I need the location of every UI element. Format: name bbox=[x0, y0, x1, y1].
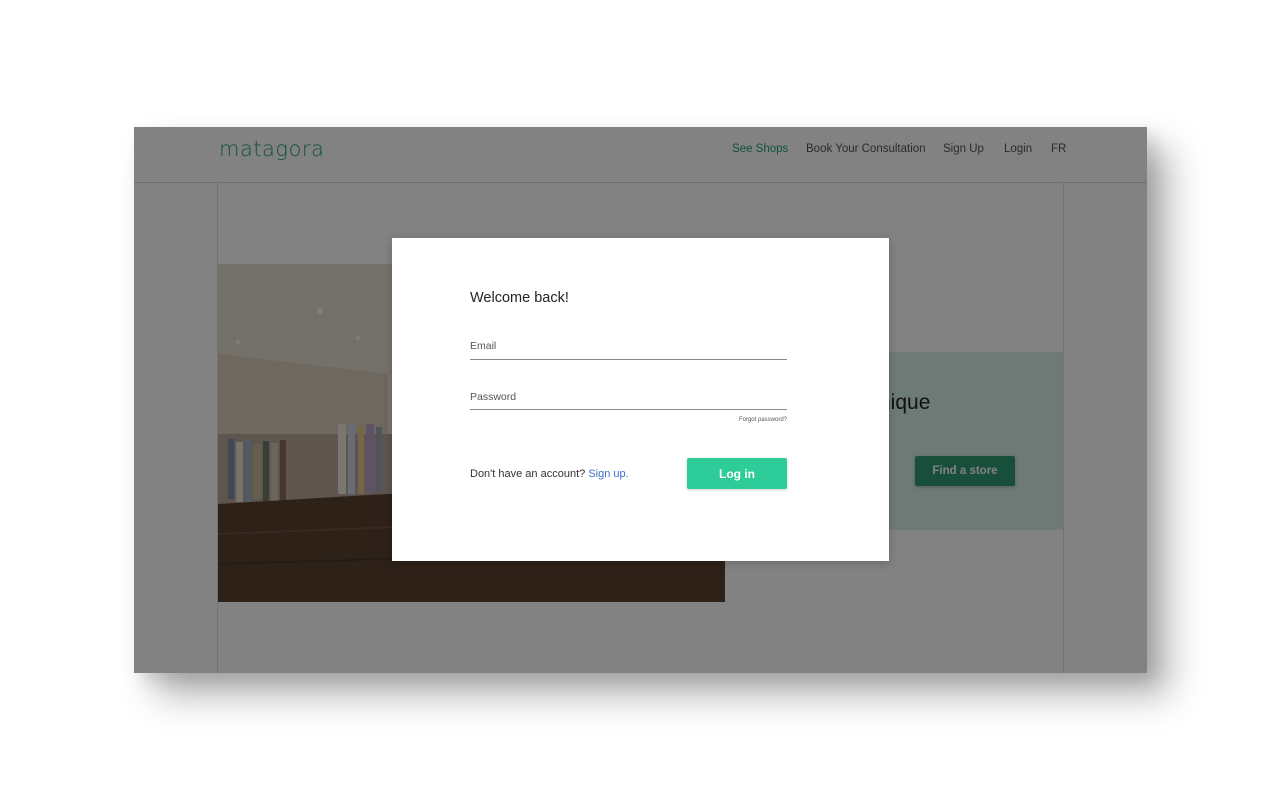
signup-prompt: Don't have an account? Sign up. bbox=[470, 468, 629, 480]
email-field[interactable] bbox=[470, 359, 787, 360]
login-modal: Welcome back! Email Password Forgot pass… bbox=[392, 238, 889, 561]
password-label: Password bbox=[470, 391, 517, 403]
sign-up-link[interactable]: Sign up. bbox=[588, 468, 628, 480]
browser-viewport: matagora See Shops Book Your Consultatio… bbox=[134, 127, 1147, 673]
no-account-text: Don't have an account? bbox=[470, 468, 586, 480]
forgot-password-link[interactable]: Forgot password? bbox=[712, 417, 787, 423]
login-button[interactable]: Log in bbox=[687, 458, 787, 489]
modal-title: Welcome back! bbox=[470, 290, 569, 306]
email-label: Email bbox=[470, 340, 497, 352]
password-field[interactable] bbox=[470, 409, 787, 410]
